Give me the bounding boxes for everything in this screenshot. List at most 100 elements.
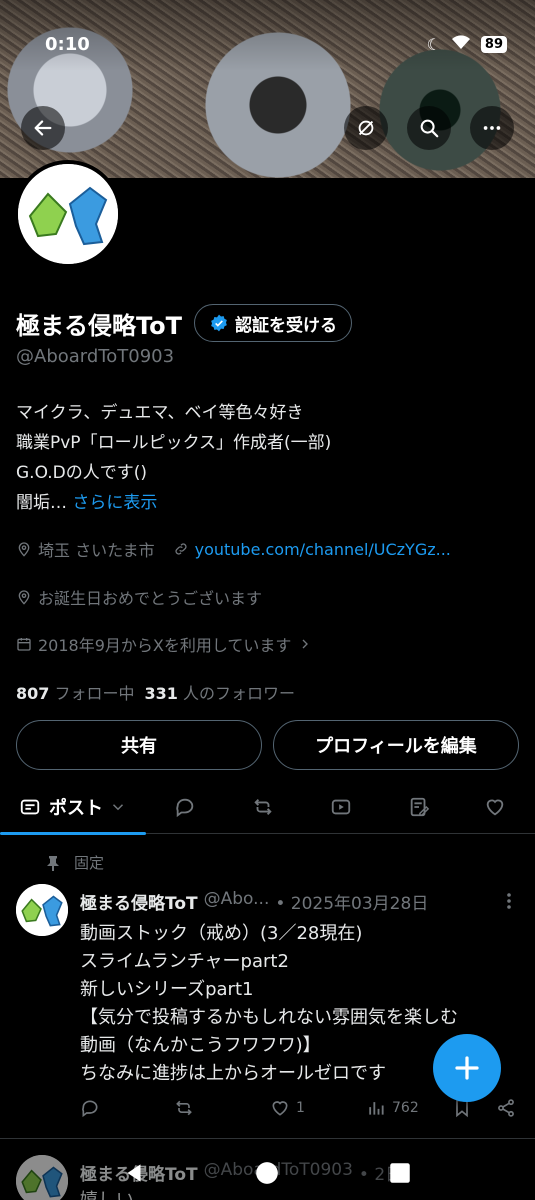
profile-handle: @AboardToT0903 [16, 346, 175, 367]
pinned-label: 固定 [74, 854, 105, 872]
plus-icon [455, 1056, 479, 1080]
share-button[interactable] [496, 1098, 516, 1118]
reply-button[interactable] [80, 1098, 100, 1118]
profile-tabs: ポスト [0, 780, 535, 835]
more-icon [483, 126, 501, 130]
bio-line-last: 闇垢… さらに表示 [16, 488, 331, 518]
show-more-link[interactable]: さらに表示 [72, 493, 157, 513]
joined-row[interactable]: 2018年9月からXを利用しています [16, 632, 313, 656]
pinned-indicator: 固定 [46, 852, 104, 873]
link-icon [175, 543, 187, 555]
edit-profile-button[interactable]: プロフィールを編集 [273, 720, 519, 770]
battery-indicator: 89 [480, 35, 507, 53]
tweet-header: 極まる侵略ToT @Abo... • 2025年03月28日 [80, 889, 428, 914]
sync-icon [358, 120, 374, 136]
post-tab-icon [20, 799, 40, 815]
bio-line: G.O.Dの人です() [16, 463, 148, 483]
reply-icon [176, 798, 194, 818]
search-button[interactable] [407, 106, 451, 150]
tweet-line: 動画ストック（戒め）(3／28現在) [80, 923, 363, 944]
pin-icon [47, 855, 59, 871]
back-button[interactable] [21, 106, 65, 150]
status-bar: 0:10 ☾ 89 [0, 30, 535, 60]
more-options-button[interactable] [470, 106, 514, 150]
verified-icon [211, 314, 227, 332]
profile-website-link[interactable]: youtube.com/channel/UCzYGz... [195, 540, 451, 559]
tweet-author-handle[interactable]: @Abo... [204, 889, 270, 914]
views-button[interactable]: 762 [366, 1098, 419, 1118]
follow-stats: 807 フォロー中 331 人のフォロワー [16, 680, 295, 704]
chevron-down-icon [112, 804, 124, 811]
wifi-icon [451, 34, 471, 54]
nav-home-icon[interactable] [254, 1160, 280, 1186]
tab-likes[interactable] [470, 780, 520, 834]
tab-media[interactable] [316, 780, 366, 834]
name-row: 極まる侵略ToT 認証を受ける [16, 304, 353, 342]
tweet-text[interactable]: 動画ストック（戒め）(3／28現在) スライムランチャーpart2 新しいシリー… [80, 920, 458, 1088]
tab-posts-label: ポスト [49, 798, 103, 819]
like-count: 1 [296, 1100, 305, 1116]
nav-back-icon[interactable] [121, 1160, 147, 1186]
followers-stat[interactable]: 331 人のフォロワー [145, 680, 296, 704]
followers-count: 331 [144, 684, 178, 703]
compose-post-button[interactable] [433, 1034, 501, 1102]
tab-active-indicator [0, 832, 146, 835]
retweet-icon [176, 1100, 192, 1116]
tab-posts[interactable]: ポスト [0, 780, 146, 835]
calendar-icon [17, 638, 31, 651]
tweet-actions: 1 762 [80, 1098, 520, 1128]
tab-articles[interactable] [394, 780, 444, 834]
article-icon [410, 797, 430, 817]
location-link-row: 埼玉 さいたま市 youtube.com/channel/UCzYGz... [16, 537, 451, 561]
tweet-line: 動画（なんかこうフワフワ)】 [80, 1035, 321, 1056]
location-icon [18, 590, 30, 605]
more-vertical-icon [507, 893, 511, 909]
followers-label: 人のフォロワー [183, 684, 296, 703]
avatar-image [18, 164, 118, 264]
location-icon [18, 542, 30, 557]
tab-reposts[interactable] [238, 780, 288, 834]
heart-icon [272, 1101, 288, 1116]
video-icon [331, 799, 351, 815]
get-verified-button[interactable]: 認証を受ける [194, 304, 353, 342]
tweet-avatar[interactable] [16, 884, 68, 936]
system-nav-bar [0, 1146, 535, 1200]
profile-banner[interactable] [0, 0, 535, 178]
tweet-line: スライムランチャーpart2 [80, 951, 289, 972]
tweet-line: 新しいシリーズpart1 [80, 979, 254, 1000]
sync-button[interactable] [344, 106, 388, 150]
location-text: 埼玉 さいたま市 [38, 541, 155, 560]
birthday-text: お誕生日おめでとうございます [38, 589, 263, 608]
status-time: 0:10 [45, 34, 90, 55]
back-arrow-icon [34, 120, 52, 136]
following-label: フォロー中 [54, 684, 135, 703]
following-stat[interactable]: 807 フォロー中 [16, 680, 135, 704]
tweet-line: ちなみに進捗は上からオールゼロです [80, 1063, 386, 1084]
profile-bio: マイクラ、デュエマ、ベイ等色々好き 職業PvP「ロールピックス」作成者(一部) … [16, 398, 331, 518]
tweet-date[interactable]: • 2025年03月28日 [275, 889, 428, 914]
search-icon [420, 119, 439, 138]
tweet-divider [0, 1138, 535, 1139]
like-button[interactable]: 1 [270, 1098, 305, 1118]
moon-icon: ☾ [426, 34, 441, 54]
joined-text: 2018年9月からXを利用しています [38, 636, 292, 655]
tab-replies[interactable] [160, 780, 210, 834]
share-profile-button[interactable]: 共有 [16, 720, 262, 770]
repost-button[interactable] [174, 1098, 194, 1118]
retweet-icon [254, 799, 272, 815]
chevron-right-icon [302, 639, 309, 649]
heart-icon [486, 799, 504, 816]
tweet-author-name[interactable]: 極まる侵略ToT [80, 889, 198, 914]
view-count: 762 [392, 1100, 419, 1116]
tweet-line: 【気分で投稿するかもしれない雰囲気を楽しむ [80, 1007, 458, 1028]
reply-icon [82, 1100, 98, 1118]
nav-recents-icon[interactable] [387, 1160, 413, 1186]
bio-line: 職業PvP「ロールピックス」作成者(一部) [16, 433, 332, 453]
verify-label: 認証を受ける [235, 315, 338, 336]
views-icon [369, 1102, 384, 1115]
following-count: 807 [16, 684, 50, 703]
birthday-row: お誕生日おめでとうございます [16, 585, 262, 609]
tweet-more-button[interactable] [500, 890, 518, 916]
profile-avatar[interactable] [14, 160, 122, 268]
status-icons: ☾ 89 [427, 34, 507, 54]
